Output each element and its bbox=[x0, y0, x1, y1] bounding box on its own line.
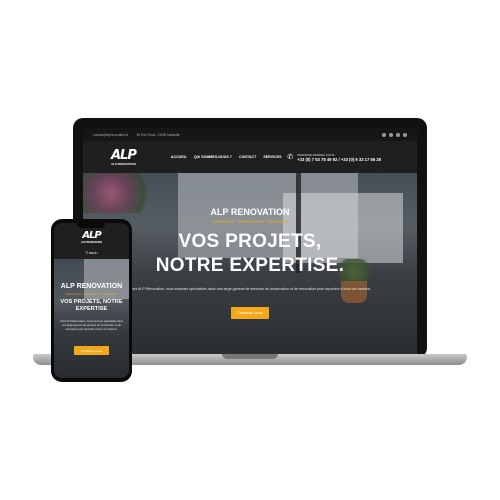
mobile-hero-description: Chez ALP Rénovation, nous sommes spécial… bbox=[60, 320, 123, 331]
contact-button[interactable]: Contactez-nous bbox=[231, 307, 269, 319]
logo-subtitle: ALP RENOVATION bbox=[111, 161, 136, 166]
hero-description: Chez ALP Rénovation, nous sommes spécial… bbox=[128, 287, 372, 291]
laptop-screen: contact@alprenovation.fr 35 Rue Rovis, 1… bbox=[83, 128, 417, 354]
instagram-icon[interactable] bbox=[389, 132, 393, 137]
mobile-logo-mark: ALP bbox=[82, 230, 101, 241]
mobile-hero-title-line1: VOS PROJETS, NOTRE bbox=[60, 299, 123, 305]
mobile-logo-subtitle: ALP RENOVATION bbox=[81, 241, 102, 244]
mobile-hero: ALP RENOVATION Construction - Revêtement… bbox=[54, 259, 129, 378]
hero-title-line2: NOTRE EXPERTISE. bbox=[155, 255, 345, 276]
hero-title-line1: VOS PROJETS, bbox=[178, 231, 322, 252]
logo-mark: ALP bbox=[111, 147, 137, 163]
social-links bbox=[382, 132, 407, 137]
laptop-notch bbox=[222, 354, 278, 359]
hero-tagline: Construction - Revêtements - Rénovation bbox=[211, 219, 289, 224]
mobile-contact-button[interactable]: Contactez-nous bbox=[74, 346, 109, 355]
mobile-hero-tagline: Construction - Revêtements - Rénovation bbox=[65, 292, 118, 296]
site-header: ALP ALP RENOVATION ACCUEIL QUI SOMMES-NO… bbox=[83, 141, 417, 173]
phone-notch bbox=[77, 223, 105, 228]
mobile-hero-title-line2: EXPERTISE bbox=[75, 306, 108, 312]
topbar: contact@alprenovation.fr 35 Rue Rovis, 1… bbox=[83, 128, 417, 141]
topbar-address: 35 Rue Rovis, 13006 Marseille bbox=[136, 132, 180, 137]
hero-section: ALP RENOVATION Construction - Revêtement… bbox=[83, 173, 417, 354]
mobile-hero-brand: ALP RENOVATION bbox=[60, 283, 123, 290]
facebook-icon[interactable] bbox=[382, 132, 386, 137]
nav-item-services[interactable]: SERVICES bbox=[263, 155, 281, 159]
mobile-menu-button[interactable]: ☰ MENU bbox=[54, 251, 129, 255]
linkedin-icon[interactable] bbox=[403, 132, 407, 137]
mobile-header: ALP ALP RENOVATION ☰ MENU bbox=[54, 223, 129, 259]
phone-numbers: +33 (0) 7 53 78 49 92 / +33 (0) 6 33 17 … bbox=[297, 156, 381, 162]
phone-contact[interactable]: ✆ PRENDRE RENDEZ-VOUS +33 (0) 7 53 78 49… bbox=[287, 153, 381, 162]
device-mockup: contact@alprenovation.fr 35 Rue Rovis, 1… bbox=[0, 0, 500, 500]
site-logo[interactable]: ALP ALP RENOVATION bbox=[111, 147, 137, 166]
nav-item-accueil[interactable]: ACCUEIL bbox=[171, 155, 187, 159]
hero-brand: ALP RENOVATION bbox=[210, 207, 290, 217]
nav-item-qui-sommes-nous[interactable]: QUI SOMMES-NOUS ? bbox=[194, 155, 232, 159]
main-nav: ACCUEIL QUI SOMMES-NOUS ? CONTACT SERVIC… bbox=[171, 155, 282, 159]
mobile-logo[interactable]: ALP ALP RENOVATION bbox=[54, 230, 129, 245]
phone-icon: ✆ bbox=[287, 154, 294, 161]
topbar-email[interactable]: contact@alprenovation.fr bbox=[93, 133, 128, 137]
twitter-icon[interactable] bbox=[396, 132, 400, 137]
nav-item-contact[interactable]: CONTACT bbox=[239, 155, 256, 159]
phone-screen: ALP ALP RENOVATION ☰ MENU ALP RENOVATION… bbox=[54, 223, 129, 378]
